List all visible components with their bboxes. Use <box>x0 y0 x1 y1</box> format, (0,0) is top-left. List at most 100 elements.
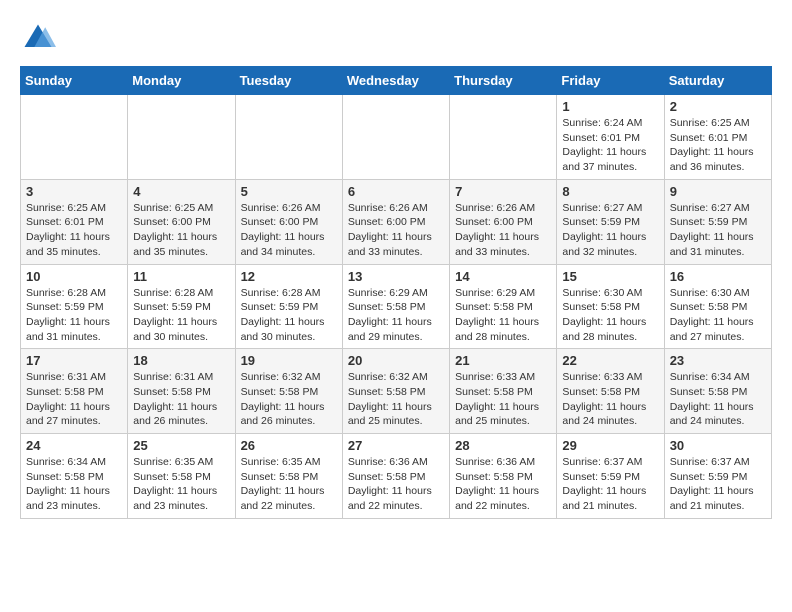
calendar-cell: 16 Sunrise: 6:30 AM Sunset: 5:58 PM Dayli… <box>664 264 771 349</box>
day-number: 7 <box>455 184 551 199</box>
day-info: Sunrise: 6:29 AM Sunset: 5:58 PM Dayligh… <box>348 286 444 345</box>
day-number: 21 <box>455 353 551 368</box>
calendar-cell: 14 Sunrise: 6:29 AM Sunset: 5:58 PM Dayli… <box>450 264 557 349</box>
day-info: Sunrise: 6:32 AM Sunset: 5:58 PM Dayligh… <box>241 370 337 429</box>
calendar-week-5: 24 Sunrise: 6:34 AM Sunset: 5:58 PM Dayli… <box>21 434 772 519</box>
day-number: 4 <box>133 184 229 199</box>
day-number: 6 <box>348 184 444 199</box>
calendar-cell: 5 Sunrise: 6:26 AM Sunset: 6:00 PM Daylig… <box>235 179 342 264</box>
weekday-header-wednesday: Wednesday <box>342 67 449 95</box>
calendar-cell: 2 Sunrise: 6:25 AM Sunset: 6:01 PM Daylig… <box>664 95 771 180</box>
day-info: Sunrise: 6:31 AM Sunset: 5:58 PM Dayligh… <box>26 370 122 429</box>
day-info: Sunrise: 6:37 AM Sunset: 5:59 PM Dayligh… <box>562 455 658 514</box>
day-number: 29 <box>562 438 658 453</box>
day-info: Sunrise: 6:29 AM Sunset: 5:58 PM Dayligh… <box>455 286 551 345</box>
weekday-header-saturday: Saturday <box>664 67 771 95</box>
day-info: Sunrise: 6:34 AM Sunset: 5:58 PM Dayligh… <box>670 370 766 429</box>
day-number: 9 <box>670 184 766 199</box>
day-info: Sunrise: 6:36 AM Sunset: 5:58 PM Dayligh… <box>455 455 551 514</box>
day-info: Sunrise: 6:28 AM Sunset: 5:59 PM Dayligh… <box>26 286 122 345</box>
day-info: Sunrise: 6:34 AM Sunset: 5:58 PM Dayligh… <box>26 455 122 514</box>
day-number: 25 <box>133 438 229 453</box>
day-info: Sunrise: 6:26 AM Sunset: 6:00 PM Dayligh… <box>348 201 444 260</box>
day-number: 27 <box>348 438 444 453</box>
day-number: 26 <box>241 438 337 453</box>
day-info: Sunrise: 6:25 AM Sunset: 6:01 PM Dayligh… <box>26 201 122 260</box>
day-info: Sunrise: 6:30 AM Sunset: 5:58 PM Dayligh… <box>670 286 766 345</box>
calendar-cell <box>450 95 557 180</box>
day-number: 11 <box>133 269 229 284</box>
day-number: 14 <box>455 269 551 284</box>
calendar-cell <box>21 95 128 180</box>
weekday-header-tuesday: Tuesday <box>235 67 342 95</box>
day-info: Sunrise: 6:28 AM Sunset: 5:59 PM Dayligh… <box>241 286 337 345</box>
day-info: Sunrise: 6:24 AM Sunset: 6:01 PM Dayligh… <box>562 116 658 175</box>
calendar-cell: 8 Sunrise: 6:27 AM Sunset: 5:59 PM Daylig… <box>557 179 664 264</box>
day-number: 12 <box>241 269 337 284</box>
calendar-cell: 9 Sunrise: 6:27 AM Sunset: 5:59 PM Daylig… <box>664 179 771 264</box>
day-number: 19 <box>241 353 337 368</box>
day-number: 28 <box>455 438 551 453</box>
calendar-cell: 6 Sunrise: 6:26 AM Sunset: 6:00 PM Daylig… <box>342 179 449 264</box>
logo <box>20 20 60 56</box>
calendar-cell: 28 Sunrise: 6:36 AM Sunset: 5:58 PM Dayli… <box>450 434 557 519</box>
day-number: 24 <box>26 438 122 453</box>
calendar-cell: 29 Sunrise: 6:37 AM Sunset: 5:59 PM Dayli… <box>557 434 664 519</box>
day-info: Sunrise: 6:26 AM Sunset: 6:00 PM Dayligh… <box>241 201 337 260</box>
weekday-header-sunday: Sunday <box>21 67 128 95</box>
calendar-cell: 18Sunrise: 6:31 AM Sunset: 5:58 PM Dayli… <box>128 349 235 434</box>
day-number: 3 <box>26 184 122 199</box>
calendar-cell <box>235 95 342 180</box>
day-number: 10 <box>26 269 122 284</box>
day-info: Sunrise: 6:25 AM Sunset: 6:00 PM Dayligh… <box>133 201 229 260</box>
day-info: Sunrise: 6:36 AM Sunset: 5:58 PM Dayligh… <box>348 455 444 514</box>
calendar-cell: 24 Sunrise: 6:34 AM Sunset: 5:58 PM Dayli… <box>21 434 128 519</box>
calendar-cell: 17Sunrise: 6:31 AM Sunset: 5:58 PM Dayli… <box>21 349 128 434</box>
day-number: 2 <box>670 99 766 114</box>
logo-icon <box>20 20 56 56</box>
calendar-cell: 27 Sunrise: 6:36 AM Sunset: 5:58 PM Dayli… <box>342 434 449 519</box>
calendar-cell: 13 Sunrise: 6:29 AM Sunset: 5:58 PM Dayli… <box>342 264 449 349</box>
weekday-header-monday: Monday <box>128 67 235 95</box>
calendar-cell: 21 Sunrise: 6:33 AM Sunset: 5:58 PM Dayli… <box>450 349 557 434</box>
calendar-week-1: 1 Sunrise: 6:24 AM Sunset: 6:01 PM Daylig… <box>21 95 772 180</box>
day-info: Sunrise: 6:31 AM Sunset: 5:58 PM Dayligh… <box>133 370 229 429</box>
day-number: 15 <box>562 269 658 284</box>
calendar-week-2: 3 Sunrise: 6:25 AM Sunset: 6:01 PM Daylig… <box>21 179 772 264</box>
calendar-cell <box>342 95 449 180</box>
day-info: Sunrise: 6:28 AM Sunset: 5:59 PM Dayligh… <box>133 286 229 345</box>
day-info: Sunrise: 6:35 AM Sunset: 5:58 PM Dayligh… <box>241 455 337 514</box>
page-header <box>20 20 772 56</box>
day-info: Sunrise: 6:27 AM Sunset: 5:59 PM Dayligh… <box>670 201 766 260</box>
day-info: Sunrise: 6:30 AM Sunset: 5:58 PM Dayligh… <box>562 286 658 345</box>
calendar-week-3: 10 Sunrise: 6:28 AM Sunset: 5:59 PM Dayli… <box>21 264 772 349</box>
day-info: Sunrise: 6:25 AM Sunset: 6:01 PM Dayligh… <box>670 116 766 175</box>
day-number: 8 <box>562 184 658 199</box>
calendar-cell: 12 Sunrise: 6:28 AM Sunset: 5:59 PM Dayli… <box>235 264 342 349</box>
day-number: 13 <box>348 269 444 284</box>
calendar-week-4: 17Sunrise: 6:31 AM Sunset: 5:58 PM Dayli… <box>21 349 772 434</box>
calendar-cell: 20Sunrise: 6:32 AM Sunset: 5:58 PM Dayli… <box>342 349 449 434</box>
calendar-cell: 10 Sunrise: 6:28 AM Sunset: 5:59 PM Dayli… <box>21 264 128 349</box>
day-info: Sunrise: 6:26 AM Sunset: 6:00 PM Dayligh… <box>455 201 551 260</box>
day-info: Sunrise: 6:37 AM Sunset: 5:59 PM Dayligh… <box>670 455 766 514</box>
day-number: 5 <box>241 184 337 199</box>
day-number: 1 <box>562 99 658 114</box>
calendar-cell: 23 Sunrise: 6:34 AM Sunset: 5:58 PM Dayli… <box>664 349 771 434</box>
day-info: Sunrise: 6:35 AM Sunset: 5:58 PM Dayligh… <box>133 455 229 514</box>
weekday-header-friday: Friday <box>557 67 664 95</box>
day-number: 16 <box>670 269 766 284</box>
day-number: 23 <box>670 353 766 368</box>
calendar-cell: 7 Sunrise: 6:26 AM Sunset: 6:00 PM Daylig… <box>450 179 557 264</box>
day-number: 20 <box>348 353 444 368</box>
day-info: Sunrise: 6:27 AM Sunset: 5:59 PM Dayligh… <box>562 201 658 260</box>
day-info: Sunrise: 6:33 AM Sunset: 5:58 PM Dayligh… <box>455 370 551 429</box>
weekday-header-row: SundayMondayTuesdayWednesdayThursdayFrid… <box>21 67 772 95</box>
calendar-cell: 3 Sunrise: 6:25 AM Sunset: 6:01 PM Daylig… <box>21 179 128 264</box>
day-number: 22 <box>562 353 658 368</box>
calendar-cell: 19 Sunrise: 6:32 AM Sunset: 5:58 PM Dayli… <box>235 349 342 434</box>
calendar-cell: 4 Sunrise: 6:25 AM Sunset: 6:00 PM Daylig… <box>128 179 235 264</box>
calendar-cell: 30Sunrise: 6:37 AM Sunset: 5:59 PM Dayli… <box>664 434 771 519</box>
weekday-header-thursday: Thursday <box>450 67 557 95</box>
calendar-cell <box>128 95 235 180</box>
